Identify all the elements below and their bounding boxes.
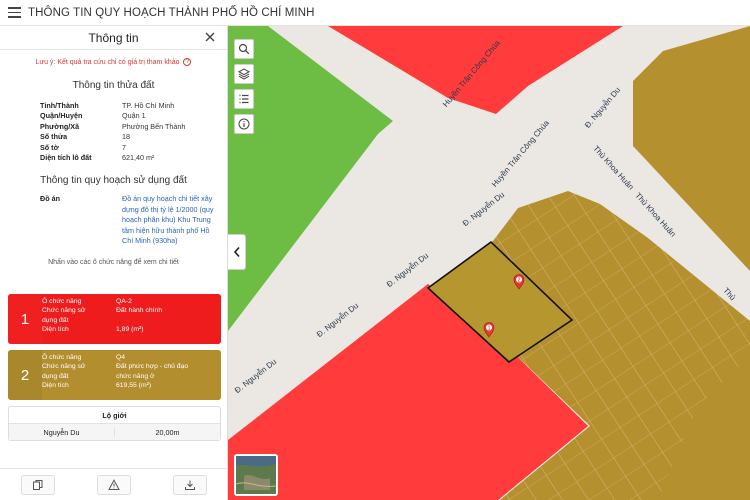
menu-icon[interactable] (0, 0, 28, 26)
help-icon[interactable]: ? (183, 58, 192, 66)
card-body: Ô chức năng QA-2 Chức năng sử Đất hành chí… (42, 294, 221, 344)
plan-link[interactable]: Đồ án quy hoạch chi tiết xây dựng đô thị… (122, 194, 220, 247)
panel-title: Thông tin (88, 30, 139, 45)
copy-icon (33, 479, 43, 490)
function-cell-card-1[interactable]: 1 Ô chức năng QA-2 Chức năng sử Đất hành c… (8, 294, 221, 344)
layers-icon (238, 68, 250, 80)
function-cell-card-2[interactable]: 2 Ô chức năng Q4 Chức năng sử Đất phức hợp… (8, 350, 221, 400)
app-root: THÔNG TIN QUY HOẠCH THÀNH PHỐ HỒ CHÍ MIN… (0, 0, 750, 500)
card-number: 2 (8, 350, 42, 400)
close-icon (205, 32, 215, 42)
disclaimer-note: Lưu ý: Kết quả tra cứu chỉ có giá trị th… (0, 58, 227, 66)
info-button[interactable] (234, 114, 254, 134)
info-row-ward: Phường/Xã Phường Bến Thành (40, 121, 186, 131)
satellite-thumbnail-icon (236, 456, 276, 494)
parcel-info-table: Tỉnh/Thành TP. Hồ Chí Minh Quận/Huyện Qu… (40, 100, 227, 163)
chevron-left-icon (233, 246, 240, 258)
panel-header: Thông tin (0, 26, 227, 50)
hint-text: Nhấn vào các ô chức năng để xem chi tiết (48, 258, 179, 266)
info-icon (238, 118, 250, 130)
info-row-district: Quận/Huyện Quận 1 (40, 111, 146, 121)
info-row-sheet-number: Số tờ 7 (40, 142, 126, 152)
parcel-marker-2[interactable]: 2 (513, 274, 525, 290)
planning-map[interactable]: Huyền Trân Công Chúa Huyền Trân Công Chú… (228, 26, 750, 500)
info-row-area: Diện tích lô đất 621,40 m² (40, 153, 155, 163)
map-canvas (228, 26, 750, 500)
warning-icon (108, 478, 120, 490)
plan-info-row: Đồ án Đồ án quy hoạch chi tiết xây dựng … (40, 194, 227, 247)
parcel-marker-1[interactable]: 1 (483, 322, 495, 338)
map-pin-icon: 2 (513, 274, 525, 290)
search-map-button[interactable] (234, 39, 254, 59)
collapse-panel-button[interactable] (228, 234, 246, 270)
list-icon (239, 94, 249, 104)
copy-button[interactable] (21, 474, 55, 495)
road-boundary-title: Lộ giới (9, 407, 220, 424)
report-button[interactable] (97, 474, 131, 495)
info-row-province: Tỉnh/Thành TP. Hồ Chí Minh (40, 100, 175, 110)
legend-list-button[interactable] (234, 89, 254, 109)
app-title: THÔNG TIN QUY HOẠCH THÀNH PHỐ HỒ CHÍ MIN… (28, 6, 315, 19)
road-boundary-street: Nguyễn Du (9, 427, 115, 437)
road-boundary-table: Lộ giới Nguyễn Du 20,00m (8, 406, 221, 441)
search-icon (238, 43, 250, 55)
top-app-bar: THÔNG TIN QUY HOẠCH THÀNH PHỐ HỒ CHÍ MIN… (0, 0, 750, 26)
disclaimer-text: Lưu ý: Kết quả tra cứu chỉ có giá trị th… (35, 58, 180, 66)
card-number: 1 (8, 294, 42, 344)
close-button[interactable] (203, 30, 217, 44)
svg-text:2: 2 (517, 278, 520, 284)
download-button[interactable] (173, 474, 207, 495)
download-icon (185, 480, 195, 490)
basemap-switcher[interactable] (234, 454, 278, 496)
info-panel: Thông tin Lưu ý: Kết quả tra cứu chỉ có … (0, 26, 228, 500)
panel-footer (0, 468, 228, 500)
card-body: Ô chức năng Q4 Chức năng sử Đất phức hợp -… (42, 350, 221, 400)
map-pin-icon: 1 (483, 322, 495, 338)
svg-text:1: 1 (487, 326, 490, 332)
layers-button[interactable] (234, 64, 254, 84)
road-boundary-width: 20,00m (155, 427, 180, 437)
plan-section-title: Thông tin quy hoạch sử dụng đất (40, 175, 187, 186)
parcel-section-title: Thông tin thửa đất (72, 80, 155, 91)
road-boundary-row: Nguyễn Du 20,00m (9, 424, 220, 440)
info-row-parcel-number: Số thửa 18 (40, 132, 130, 142)
